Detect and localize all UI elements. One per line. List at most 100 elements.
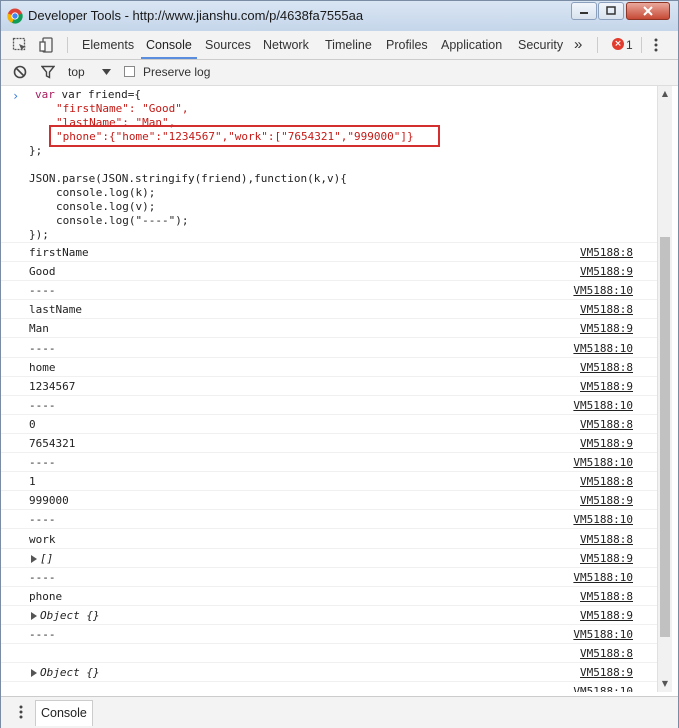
log-source-link[interactable]: VM5188:10 (573, 399, 633, 412)
log-source-link[interactable]: VM5188:10 (573, 342, 633, 355)
log-source-link[interactable]: VM5188:8 (580, 303, 633, 316)
log-source-link[interactable]: VM5188:10 (573, 513, 633, 526)
log-message: lastName (29, 303, 82, 317)
log-source-link[interactable]: VM5188:8 (580, 533, 633, 546)
tab-timeline[interactable]: Timeline (325, 31, 372, 59)
filter-button[interactable] (38, 62, 58, 82)
log-row: ---- VM5188:10 (1, 396, 657, 415)
dropdown-arrow-icon[interactable] (102, 69, 111, 76)
log-row: work VM5188:8 (1, 530, 657, 549)
preserve-log-label[interactable]: Preserve log (143, 65, 210, 79)
log-message: Man (29, 322, 49, 336)
log-message: ---- (29, 456, 56, 470)
code-line: "firstName": "Good", (56, 102, 189, 115)
log-message[interactable]: Object {} (40, 666, 100, 679)
log-source-link[interactable]: VM5188:9 (580, 322, 633, 335)
log-source-link[interactable]: VM5188:8 (580, 246, 633, 259)
log-message: ---- (29, 570, 56, 584)
error-count[interactable]: 1 (626, 31, 633, 59)
code-line: console.log("----"); (56, 214, 189, 227)
log-source-link[interactable]: VM5188:9 (580, 437, 633, 450)
log-message[interactable]: Object {} (40, 609, 100, 622)
log-row: ---- VM5188:10 (1, 625, 657, 644)
log-source-link[interactable]: VM5188:8 (580, 590, 633, 603)
log-message: ---- (29, 341, 56, 355)
maximize-button[interactable] (598, 2, 624, 20)
inspect-element-button[interactable] (10, 35, 30, 55)
tab-console[interactable]: Console (141, 31, 197, 59)
code-line: console.log(v); (56, 200, 156, 213)
console-scrollbar[interactable]: ▲ ▼ (657, 86, 672, 692)
log-source-link[interactable]: VM5188:9 (580, 609, 633, 622)
log-message[interactable]: [] (40, 552, 53, 565)
devtools-window: Developer Tools - http://www.jianshu.com… (0, 0, 679, 728)
log-source-link[interactable]: VM5188:8 (580, 647, 633, 660)
console-filter-bar: top Preserve log (1, 60, 678, 86)
log-row: Object {} VM5188:9 (1, 606, 657, 625)
drawer-tab-console[interactable]: Console (35, 700, 93, 726)
inspect-cursor-icon (12, 37, 26, 51)
log-source-link[interactable]: VM5188:8 (580, 475, 633, 488)
scroll-down-icon[interactable]: ▼ (660, 679, 670, 689)
close-window-button[interactable] (626, 2, 670, 20)
log-message: firstName (29, 246, 89, 259)
expand-triangle-icon[interactable] (31, 554, 37, 563)
tab-profiles[interactable]: Profiles (386, 31, 428, 59)
drawer-bar: Console (1, 696, 678, 728)
close-icon (643, 6, 653, 16)
log-source-link[interactable]: VM5188:8 (580, 418, 633, 431)
tab-network[interactable]: Network (263, 31, 309, 59)
device-toolbar-button[interactable] (37, 35, 57, 55)
title-bar: Developer Tools - http://www.jianshu.com… (1, 1, 678, 31)
log-message: phone (29, 589, 63, 603)
log-source-link[interactable]: VM5188:10 (573, 571, 633, 584)
log-source-link[interactable]: VM5188:10 (573, 685, 633, 692)
log-message: Good (29, 265, 56, 279)
preserve-log-checkbox[interactable] (124, 66, 135, 77)
code-line: }; (29, 144, 43, 157)
minimize-icon (580, 12, 588, 14)
tab-sources[interactable]: Sources (205, 31, 251, 59)
log-source-link[interactable]: VM5188:10 (573, 284, 633, 297)
minimize-button[interactable] (571, 2, 597, 20)
expand-triangle-icon[interactable] (31, 669, 37, 678)
log-row: 1234567 VM5188:9 (1, 377, 657, 396)
tab-application[interactable]: Application (441, 31, 502, 59)
log-source-link[interactable]: VM5188:9 (580, 265, 633, 278)
log-message: ---- (29, 513, 56, 527)
error-icon[interactable]: × (612, 38, 624, 50)
log-row: ---- VM5188:10 (1, 281, 657, 301)
customize-menu-button[interactable] (646, 35, 666, 55)
log-row: Man VM5188:9 (1, 319, 657, 339)
log-row: 7654321 VM5188:9 (1, 434, 657, 453)
clear-console-button[interactable] (10, 62, 30, 82)
context-selector[interactable]: top (68, 65, 85, 79)
red-highlight-annotation (49, 125, 440, 147)
code-line: console.log(k); (56, 186, 156, 199)
tab-security[interactable]: Security (518, 31, 563, 59)
log-row: 999000 VM5188:9 (1, 491, 657, 511)
more-tabs-button[interactable]: » (574, 31, 582, 59)
scroll-up-icon[interactable]: ▲ (660, 89, 670, 99)
log-message: home (29, 360, 56, 374)
log-message: ---- (29, 398, 56, 412)
code-line: }); (29, 228, 49, 241)
log-source-link[interactable]: VM5188:9 (580, 552, 633, 565)
log-message: 999000 (29, 494, 69, 508)
expand-triangle-icon[interactable] (31, 611, 37, 620)
drawer-menu-button[interactable] (11, 702, 31, 722)
log-source-link[interactable]: VM5188:10 (573, 628, 633, 641)
log-source-link[interactable]: VM5188:9 (580, 380, 633, 393)
tab-elements[interactable]: Elements (82, 31, 134, 59)
clear-console-icon (13, 65, 27, 79)
code-line: JSON.parse(JSON.stringify(friend),functi… (29, 172, 347, 185)
filter-funnel-icon (41, 65, 55, 79)
log-source-link[interactable]: VM5188:9 (580, 494, 633, 507)
log-row: ---- VM5188:10 (1, 339, 657, 358)
log-row: phone VM5188:8 (1, 587, 657, 606)
log-source-link[interactable]: VM5188:9 (580, 666, 633, 679)
scroll-thumb[interactable] (660, 237, 670, 637)
log-source-link[interactable]: VM5188:10 (573, 456, 633, 469)
log-source-link[interactable]: VM5188:8 (580, 361, 633, 374)
toolbar-divider (67, 37, 68, 53)
